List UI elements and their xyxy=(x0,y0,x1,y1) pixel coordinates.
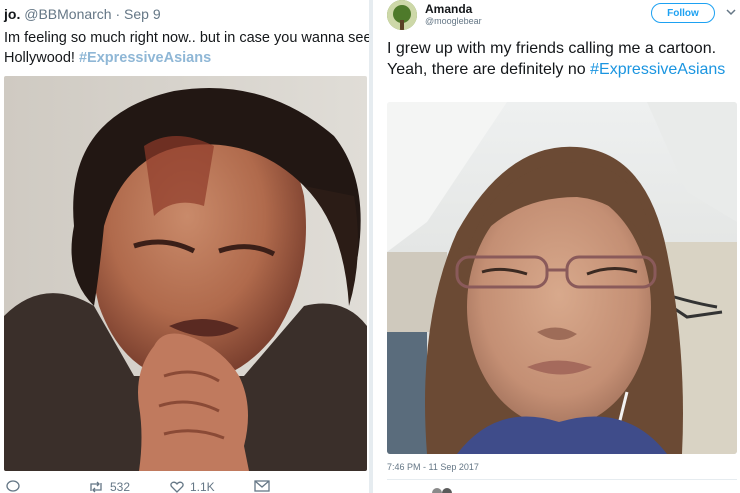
reply-button[interactable] xyxy=(6,480,20,492)
tweet-text: Im feeling so much right now.. but in ca… xyxy=(4,28,369,68)
envelope-icon xyxy=(254,480,270,492)
woman-selfie-photo xyxy=(387,102,737,454)
like-button[interactable]: 1.1K xyxy=(170,480,215,493)
like-count: 1.1K xyxy=(190,480,215,493)
display-name[interactable]: Amanda xyxy=(425,2,472,16)
tweet-date[interactable]: Sep 9 xyxy=(124,6,161,22)
reply-icon xyxy=(6,480,20,492)
avatar-image xyxy=(387,0,417,30)
separator-dot: · xyxy=(115,6,121,22)
tweet-photo[interactable] xyxy=(387,102,737,454)
left-tweet: jo. @BBMonarch · Sep 9 Im feeling so muc… xyxy=(0,0,369,493)
follow-button[interactable]: Follow xyxy=(651,3,715,23)
divider xyxy=(387,479,737,480)
avatar-stack-icon xyxy=(432,488,452,493)
retweet-button[interactable]: 532 xyxy=(88,480,130,493)
tweet-photo[interactable] xyxy=(4,76,367,471)
retweet-count: 532 xyxy=(110,480,131,493)
hashtag-link[interactable]: #ExpressiveAsians xyxy=(590,61,725,78)
display-name[interactable]: jo. xyxy=(4,6,20,22)
user-handle[interactable]: @mooglebear xyxy=(425,16,482,26)
heart-icon xyxy=(170,481,184,493)
right-tweet: Amanda @mooglebear Follow I grew up with… xyxy=(373,0,740,493)
tweet-text-prefix: Hollywood! xyxy=(4,50,79,66)
hashtag-link[interactable]: #ExpressiveAsians xyxy=(79,50,211,66)
retweet-icon xyxy=(90,481,102,493)
tweet-text-line-2: Hollywood! #ExpressiveAsians xyxy=(4,48,369,68)
dm-button[interactable] xyxy=(254,480,270,492)
tweet-text-line-1: Im feeling so much right now.. but in ca… xyxy=(4,30,369,46)
tweet-timestamp[interactable]: 7:46 PM - 11 Sep 2017 xyxy=(387,462,479,472)
tweet-text: I grew up with my friends calling me a c… xyxy=(387,38,727,80)
avatar[interactable] xyxy=(387,0,417,30)
tweet-header: jo. @BBMonarch · Sep 9 xyxy=(4,6,161,22)
crying-man-photo xyxy=(4,76,367,471)
chevron-down-icon[interactable] xyxy=(725,6,737,18)
user-handle[interactable]: @BBMonarch xyxy=(24,6,111,22)
